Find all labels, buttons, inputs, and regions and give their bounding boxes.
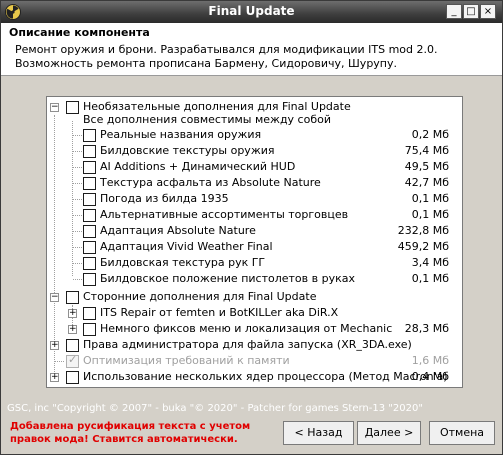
tree-item-size: 0,4 Мб [411, 370, 449, 383]
checkbox[interactable] [83, 257, 96, 270]
tree-line [73, 279, 82, 280]
checkbox[interactable] [83, 209, 96, 222]
checkbox[interactable] [66, 101, 79, 114]
tree-item[interactable]: AI Additions + Динамический HUD 49,5 Мб [47, 159, 457, 175]
tree-item[interactable]: + Немного фиксов меню и локализация от M… [47, 321, 457, 337]
tree-group-optional[interactable]: − Необязательные дополнения для Final Up… [47, 99, 457, 129]
title-bar[interactable]: Final Update _ □ × [1, 1, 502, 23]
tree-line [73, 215, 82, 216]
close-button[interactable]: × [480, 4, 496, 19]
checkbox[interactable] [83, 307, 96, 320]
tree-item[interactable]: Текстура асфальта из Absolute Nature 42,… [47, 175, 457, 191]
checkmark-icon: ✓ [68, 353, 78, 366]
tree-item-size: 1,6 Мб [411, 354, 449, 367]
tree-item-label: Права администратора для файла запуска (… [83, 338, 412, 351]
tree-item-label: Необязательные дополнения для Final Upda… [83, 100, 351, 126]
tree-item-size: 3,4 Мб [411, 256, 449, 269]
tree-item[interactable]: Реальные названия оружия 0,2 Мб [47, 127, 457, 143]
tree-item-size: 0,1 Мб [411, 272, 449, 285]
tree-item-label: Билдовская текстура рук ГГ [100, 256, 266, 269]
cancel-button[interactable]: Отмена [429, 421, 495, 445]
tree-item-size: 232,8 Мб [397, 224, 449, 237]
tree-item[interactable]: + Использование нескольких ядер процессо… [47, 369, 457, 385]
tree-item-label: Текстура асфальта из Absolute Nature [100, 176, 321, 189]
tree-item-label: Альтернативные ассортименты торговцев [100, 208, 349, 221]
tree-item-label: ITS Repair от femten и BotKILLer aka DiR… [100, 306, 339, 319]
tree-item[interactable]: + ITS Repair от femten и BotKILLer aka D… [47, 305, 457, 321]
tree-line [73, 167, 82, 168]
tree-line [73, 199, 82, 200]
back-button[interactable]: < Назад [283, 421, 354, 445]
next-button[interactable]: Далее > [357, 421, 421, 445]
tree-item-size: 28,3 Мб [404, 322, 449, 335]
tree-item-label: Погода из билда 1935 [100, 192, 229, 205]
window-title: Final Update [208, 4, 295, 18]
warning-text: Добавлена русификация текста с учетом пр… [10, 421, 251, 445]
tree-item[interactable]: + Права администратора для файла запуска… [47, 337, 457, 353]
tree-item-disabled: ✓ Оптимизация требований к памяти 1,6 Мб [47, 353, 457, 369]
tree-item[interactable]: Билдовские текстуры оружия 75,4 Мб [47, 143, 457, 159]
tree-item-size: 0,2 Мб [411, 128, 449, 141]
checkbox[interactable] [66, 339, 79, 352]
checkbox-checked-disabled: ✓ [66, 353, 79, 368]
tree-line [73, 247, 82, 248]
tree-item[interactable]: Билдовская текстура рук ГГ 3,4 Мб [47, 255, 457, 271]
tree-group-third-party[interactable]: − Сторонние дополнения для Final Update [47, 289, 457, 305]
tree-item[interactable]: Билдовское положение пистолетов в руках … [47, 271, 457, 287]
tree-item[interactable]: Погода из билда 1935 0,1 Мб [47, 191, 457, 207]
tree-item-label: Сторонние дополнения для Final Update [83, 290, 317, 303]
tree-item[interactable]: Альтернативные ассортименты торговцев 0,… [47, 207, 457, 223]
checkbox[interactable] [83, 323, 96, 336]
tree-item-label: Билдовские текстуры оружия [100, 144, 275, 157]
checkbox[interactable] [83, 273, 96, 286]
tree-item-size: 42,7 Мб [404, 176, 449, 189]
checkbox[interactable] [83, 161, 96, 174]
description-title: Описание компонента [9, 26, 150, 39]
component-description-panel: Описание компонента Ремонт оружия и брон… [1, 23, 502, 76]
tree-item-label: Использование нескольких ядер процессора… [83, 370, 448, 383]
collapse-icon[interactable]: − [50, 103, 59, 112]
minimize-button[interactable]: _ [446, 4, 462, 19]
tree-item-label: Оптимизация требований к памяти [83, 354, 290, 367]
tree-item-size: 49,5 Мб [404, 160, 449, 173]
expand-icon[interactable]: + [50, 373, 59, 382]
tree-item-label: Билдовское положение пистолетов в руках [100, 272, 356, 285]
description-text: Ремонт оружия и брони. Разрабатывался дл… [15, 43, 438, 70]
tree-item-label: Адаптация Absolute Nature [100, 224, 256, 237]
collapse-icon[interactable]: − [50, 293, 59, 302]
tree-item-label: AI Additions + Динамический HUD [100, 160, 296, 173]
components-tree[interactable]: − Необязательные дополнения для Final Up… [46, 96, 463, 388]
tree-item-label: Немного фиксов меню и локализация от Mec… [100, 322, 393, 335]
expand-icon[interactable]: + [50, 341, 59, 350]
checkbox[interactable] [66, 371, 79, 384]
tree-item-size: 75,4 Мб [404, 144, 449, 157]
tree-line [73, 263, 82, 264]
maximize-button[interactable]: □ [463, 4, 479, 19]
checkbox[interactable] [83, 177, 96, 190]
tree-line [55, 361, 64, 362]
tree-line [73, 231, 82, 232]
expand-icon[interactable]: + [68, 325, 77, 334]
tree-item-label: Адаптация Vivid Weather Final [100, 240, 273, 253]
tree-item[interactable]: Адаптация Vivid Weather Final 459,2 Мб [47, 239, 457, 255]
tree-item-size: 0,1 Мб [411, 208, 449, 221]
checkbox[interactable] [66, 291, 79, 304]
tree-item-label: Реальные названия оружия [100, 128, 262, 141]
copyright-text: GSC, inc "Copyright © 2007" - buka "© 20… [7, 403, 423, 414]
checkbox[interactable] [83, 193, 96, 206]
checkbox[interactable] [83, 145, 96, 158]
checkbox[interactable] [83, 129, 96, 142]
tree-line [73, 135, 82, 136]
tree-item-size: 0,1 Мб [411, 192, 449, 205]
expand-icon[interactable]: + [68, 309, 77, 318]
installer-window: Final Update _ □ × Описание компонента Р… [0, 0, 503, 455]
tree-line [73, 151, 82, 152]
tree-line [73, 183, 82, 184]
checkbox[interactable] [83, 241, 96, 254]
checkbox[interactable] [83, 225, 96, 238]
tree-item[interactable]: Адаптация Absolute Nature 232,8 Мб [47, 223, 457, 239]
tree-item-size: 459,2 Мб [397, 240, 449, 253]
